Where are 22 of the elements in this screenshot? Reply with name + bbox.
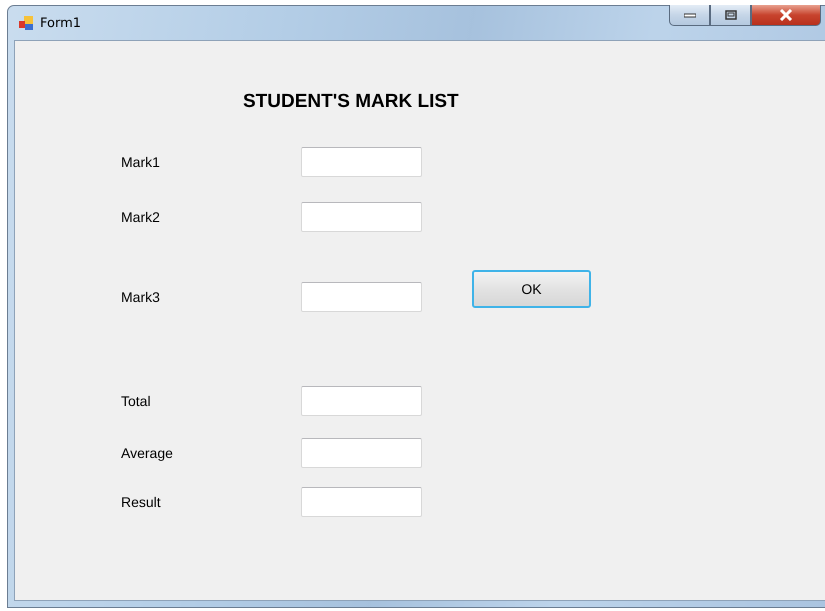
maximize-button[interactable] [710,5,751,26]
input-field[interactable] [301,147,422,177]
window-title: Form1 [40,16,82,30]
minimize-button[interactable] [669,5,710,26]
input-field[interactable] [301,386,422,416]
field-label: Result [121,494,162,510]
maximize-icon [724,10,736,20]
form-icon [18,15,34,31]
field-label: Mark2 [121,209,161,225]
field-label: Mark3 [121,289,161,305]
input-field[interactable] [301,282,422,312]
field-label: Total [121,393,152,409]
input-field[interactable] [301,202,422,232]
field-label: Mark1 [121,154,161,170]
ok-button[interactable]: OK [472,270,591,308]
close-icon [779,9,793,21]
input-field[interactable] [301,487,422,517]
input-field[interactable] [301,438,422,468]
close-button[interactable] [751,5,821,26]
minimize-icon [684,12,696,18]
form-heading: STUDENT'S MARK LIST [243,91,460,113]
field-label: Average [121,445,174,461]
